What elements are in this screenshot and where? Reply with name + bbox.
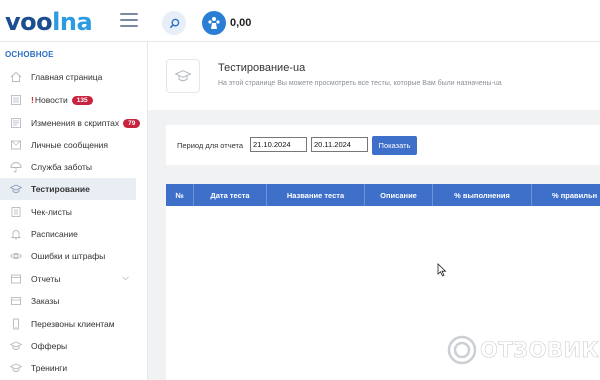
eye-icon (10, 253, 22, 259)
checklist-icon (11, 207, 21, 217)
watermark-text: ОТЗОВИК (480, 338, 600, 363)
sidebar-item-label: Чек-листы (31, 207, 72, 217)
logo-text: voolna (5, 8, 93, 36)
balance-icon (202, 11, 226, 35)
sidebar-item-label: Расписание (31, 229, 78, 239)
sidebar-item-care-service[interactable]: Служба заботы (0, 156, 136, 178)
sidebar-item-label: Тестирование (31, 184, 90, 194)
balance-value: 0,00 (230, 17, 252, 29)
logo[interactable]: voolna (5, 8, 93, 36)
sidebar-item-label: Ошибки и штрафы (31, 251, 106, 261)
sidebar-item-news[interactable]: !Новости 135 (0, 89, 136, 111)
umbrella-icon (10, 162, 22, 173)
sidebar-item-trainings[interactable]: Тренинги (0, 357, 136, 379)
news-icon (11, 95, 21, 105)
show-button[interactable]: Показать (372, 136, 417, 155)
sidebar-item-label: Личные сообщения (31, 140, 108, 150)
search-button[interactable] (162, 11, 186, 35)
phone-icon (13, 318, 19, 330)
sidebar-item-label: Тренинги (31, 363, 68, 373)
chevron-down-icon (122, 276, 129, 281)
column-header-number[interactable]: № (166, 184, 194, 206)
sidebar-item-testing[interactable]: Тестирование (0, 178, 136, 200)
page-title: Тестирование-ua (218, 62, 306, 74)
column-header-description[interactable]: Описание (365, 184, 433, 206)
page-header-icon-box (166, 59, 200, 93)
sidebar-item-label: Главная страница (31, 72, 103, 82)
sidebar-item-label: Заказы (31, 296, 60, 306)
graduation-cap-icon (10, 184, 22, 193)
watermark: ОТЗОВИК (447, 335, 599, 365)
sidebar-item-messages[interactable]: Личные сообщения (0, 134, 136, 156)
sidebar-item-label: Перезвоны клиентам (31, 319, 115, 329)
report-period-filter: Период для отчета Показать (166, 125, 600, 165)
column-header-completion-percent[interactable]: % выполнения (433, 184, 532, 206)
date-to-input[interactable] (311, 137, 368, 152)
reports-icon (11, 274, 21, 284)
home-icon (10, 71, 22, 82)
script-changes-icon (11, 118, 21, 128)
alert-mark: ! (31, 95, 34, 105)
sidebar: ОСНОВНОЕ Главная страница !Новости 135 Из… (0, 42, 148, 380)
sidebar-item-label: !Новости 135 (31, 95, 93, 105)
graduation-cap-icon (174, 70, 192, 82)
sidebar-item-checklists[interactable]: Чек-листы (0, 201, 136, 223)
sidebar-item-reports[interactable]: Отчеты (0, 268, 136, 290)
page-header: Тестирование-ua На этой странице Вы може… (148, 42, 600, 110)
script-changes-count-badge: 79 (123, 119, 141, 128)
page-subtitle: На этой странице Вы можете просмотреть в… (218, 80, 502, 87)
sidebar-item-errors-fines[interactable]: Ошибки и штрафы (0, 245, 136, 267)
sidebar-item-script-changes[interactable]: Изменения в скриптах 79 (0, 112, 141, 134)
date-from-input[interactable] (250, 137, 307, 152)
bell-icon (10, 230, 22, 240)
offers-icon (10, 341, 22, 350)
sidebar-item-orders[interactable]: Заказы (0, 290, 136, 312)
sidebar-item-schedule[interactable]: Расписание (0, 223, 136, 245)
column-header-correct-percent[interactable]: % правильн (532, 184, 600, 206)
column-header-test-date[interactable]: Дата теста (194, 184, 267, 206)
top-bar: voolna 0,00 (0, 0, 600, 42)
trainings-icon (10, 363, 22, 372)
sidebar-item-label: Отчеты (31, 274, 61, 284)
watermark-logo-icon (447, 335, 477, 365)
sidebar-item-callbacks[interactable]: Перезвоны клиентам (0, 313, 136, 335)
column-header-test-name[interactable]: Название теста (267, 184, 365, 206)
sidebar-item-label: Изменения в скриптах 79 (31, 118, 141, 128)
search-icon (169, 18, 179, 28)
sidebar-section-title: ОСНОВНОЕ (5, 50, 54, 59)
filter-label: Период для отчета (177, 141, 244, 150)
sidebar-item-label: Служба заботы (31, 162, 93, 172)
news-count-badge: 135 (71, 96, 93, 105)
hamburger-menu-button[interactable] (120, 13, 138, 27)
sidebar-item-offers[interactable]: Офферы (0, 335, 136, 357)
orders-icon (11, 297, 21, 305)
messages-icon (11, 140, 21, 150)
sidebar-item-label: Офферы (31, 341, 68, 351)
mouse-cursor-icon (437, 263, 447, 277)
table-header: № Дата теста Название теста Описание % в… (166, 184, 600, 206)
sidebar-item-home[interactable]: Главная страница (0, 66, 136, 88)
